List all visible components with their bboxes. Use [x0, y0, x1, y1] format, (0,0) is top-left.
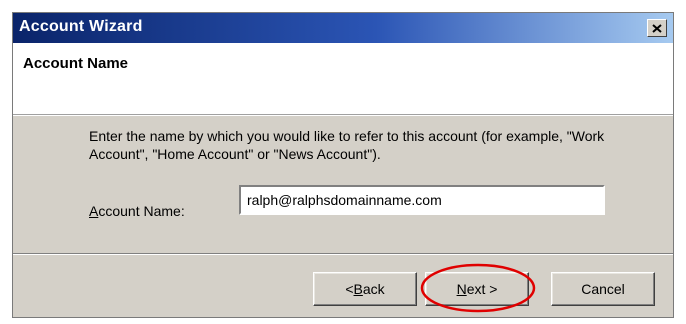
- back-button-prefix: <: [345, 281, 354, 297]
- account-name-label-accesskey: A: [89, 203, 99, 219]
- account-wizard-window: Account Wizard Account Name Enter the na…: [12, 12, 674, 318]
- close-x-icon: [652, 23, 662, 33]
- window-title: Account Wizard: [19, 18, 143, 35]
- account-name-label-text: ccount Name:: [98, 203, 185, 219]
- instruction-text: Enter the name by which you would like t…: [89, 128, 605, 162]
- next-button[interactable]: Next >: [425, 272, 529, 306]
- account-name-input[interactable]: [238, 184, 606, 216]
- wizard-header: Account Name: [13, 43, 673, 115]
- back-button[interactable]: < Back: [313, 272, 417, 306]
- cancel-button[interactable]: Cancel: [551, 272, 655, 306]
- cancel-button-label: Cancel: [581, 281, 625, 297]
- next-button-label: ext >: [466, 281, 498, 297]
- title-bar[interactable]: Account Wizard: [13, 13, 673, 43]
- footer-divider-highlight: [13, 254, 673, 255]
- back-button-accesskey: B: [353, 281, 363, 297]
- back-button-label: ack: [362, 281, 385, 297]
- page-title: Account Name: [23, 55, 129, 72]
- close-button[interactable]: [647, 19, 667, 37]
- next-button-accesskey: N: [456, 281, 467, 297]
- account-name-label: Account Name:: [89, 203, 185, 219]
- header-divider: [13, 115, 673, 116]
